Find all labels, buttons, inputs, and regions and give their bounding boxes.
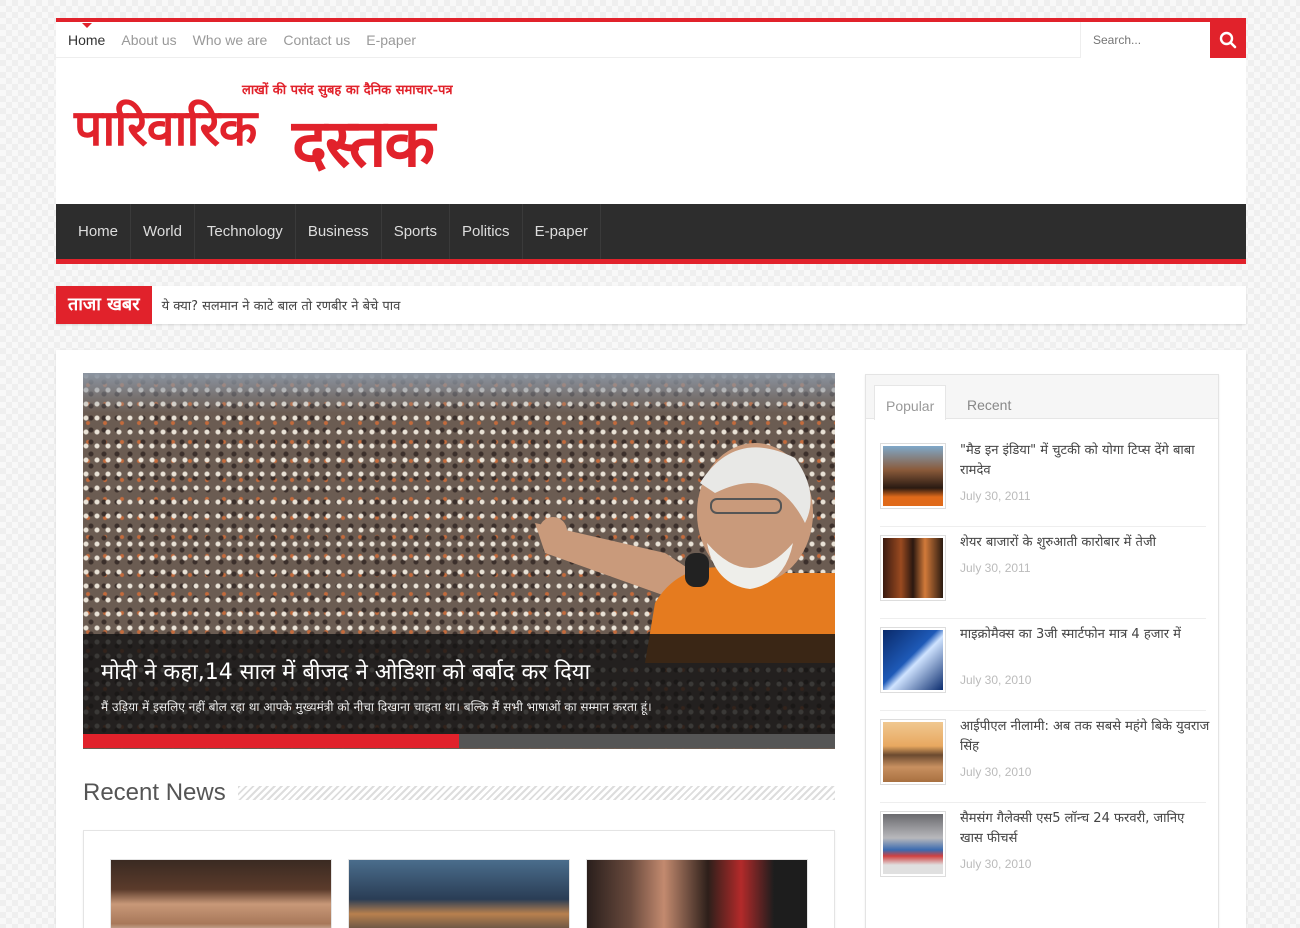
recent-news-thumb-3[interactable] xyxy=(586,859,808,928)
breaking-news-bar: ताजा खबर ये क्या? सलमान ने काटे बाल तो र… xyxy=(56,286,1246,324)
recent-news-box xyxy=(83,830,835,928)
list-item-thumbnail[interactable] xyxy=(880,443,946,509)
list-item-thumbnail[interactable] xyxy=(880,811,946,877)
site-header: लाखों की पसंद सुबह का दैनिक समाचार-पत्र … xyxy=(56,58,1246,204)
list-item-title[interactable]: आईपीएल नीलामी: अब तक सबसे महंगे बिके युव… xyxy=(960,717,1210,757)
main-nav-world[interactable]: World xyxy=(131,204,195,259)
recent-news-heading: Recent News xyxy=(83,779,226,806)
list-item-date: July 30, 2010 xyxy=(960,673,1032,687)
recent-news-header: Recent News xyxy=(83,778,835,808)
list-item-date: July 30, 2011 xyxy=(960,561,1031,575)
list-item[interactable]: शेयर बाजारों के शुरुआती कारोबार में तेजी… xyxy=(880,527,1206,619)
list-item[interactable]: माइक्रोमैक्स का 3जी स्मार्टफोन मात्र 4 ह… xyxy=(880,619,1206,711)
list-item-title[interactable]: सैमसंग गैलेक्सी एस5 लॉन्च 24 फरवरी, जानि… xyxy=(960,809,1210,849)
list-item-title[interactable]: "मैड इन इंडिया" में चुटकी को योगा टिप्स … xyxy=(960,441,1210,481)
slider-caption: मोदी ने कहा,14 साल में बीजद ने ओडिशा को … xyxy=(83,634,835,734)
main-nav-home[interactable]: Home xyxy=(66,204,132,259)
list-item-date: July 30, 2010 xyxy=(960,857,1032,871)
featured-slider[interactable]: मोदी ने कहा,14 साल में बीजद ने ओडिशा को … xyxy=(83,373,835,749)
search-input[interactable] xyxy=(1080,22,1210,58)
sidebar-tabs: Popular Recent xyxy=(866,375,1218,420)
main-nav-business[interactable]: Business xyxy=(296,204,382,259)
main-nav-technology[interactable]: Technology xyxy=(195,204,296,259)
list-item-date: July 30, 2010 xyxy=(960,765,1032,779)
list-item-thumbnail[interactable] xyxy=(880,535,946,601)
sidebar-widget: Popular Recent "मैड इन इंडिया" में चुटकी… xyxy=(865,374,1219,928)
heading-stripes xyxy=(237,786,835,800)
search-icon xyxy=(1219,31,1237,49)
main-nav-politics[interactable]: Politics xyxy=(450,204,523,259)
logo-text-primary: पारिवारिक xyxy=(74,98,257,157)
speaker-figure-image xyxy=(535,443,835,663)
breaking-news-link[interactable]: ये क्या? सलमान ने काटे बाल तो रणबीर ने ब… xyxy=(152,296,401,314)
recent-news-thumb-1[interactable] xyxy=(110,859,332,928)
list-item-date: July 30, 2011 xyxy=(960,489,1031,503)
slider-progress-fill xyxy=(83,734,459,748)
recent-news-thumb-2[interactable] xyxy=(348,859,570,928)
main-nav-epaper[interactable]: E-paper xyxy=(523,204,601,259)
search-button[interactable] xyxy=(1210,22,1246,58)
list-item-thumbnail[interactable] xyxy=(880,627,946,693)
slider-progress-bar xyxy=(83,734,835,748)
logo-text-secondary: दस्तक xyxy=(292,104,435,182)
top-nav: Home About us Who we are Contact us E-pa… xyxy=(56,22,1246,58)
tab-popular[interactable]: Popular xyxy=(874,385,947,420)
list-item-title[interactable]: शेयर बाजारों के शुरुआती कारोबार में तेजी xyxy=(960,533,1210,553)
slider-excerpt: मैं उड़िया में इसलिए नहीं बोल रहा था आपक… xyxy=(101,700,652,714)
list-item[interactable]: "मैड इन इंडिया" में चुटकी को योगा टिप्स … xyxy=(880,435,1206,527)
main-nav: Home World Technology Business Sports Po… xyxy=(56,204,1246,264)
top-nav-who-we-are[interactable]: Who we are xyxy=(185,32,276,48)
search-box xyxy=(1080,22,1246,58)
top-nav-contact[interactable]: Contact us xyxy=(275,32,358,48)
list-item-thumbnail[interactable] xyxy=(880,719,946,785)
list-item-title[interactable]: माइक्रोमैक्स का 3जी स्मार्टफोन मात्र 4 ह… xyxy=(960,625,1210,645)
main-content: मोदी ने कहा,14 साल में बीजद ने ओडिशा को … xyxy=(56,350,1246,928)
top-bar: Home About us Who we are Contact us E-pa… xyxy=(56,18,1246,58)
slider-title[interactable]: मोदी ने कहा,14 साल में बीजद ने ओडिशा को … xyxy=(101,656,817,686)
list-item[interactable]: आईपीएल नीलामी: अब तक सबसे महंगे बिके युव… xyxy=(880,711,1209,803)
top-nav-epaper[interactable]: E-paper xyxy=(358,32,424,48)
tab-recent[interactable]: Recent xyxy=(967,397,1011,413)
top-nav-about[interactable]: About us xyxy=(113,32,184,48)
main-nav-sports[interactable]: Sports xyxy=(382,204,451,259)
list-item[interactable]: सैमसंग गैलेक्सी एस5 लॉन्च 24 फरवरी, जानि… xyxy=(880,803,1206,895)
page-wrapper: Home About us Who we are Contact us E-pa… xyxy=(56,18,1246,928)
top-nav-home[interactable]: Home xyxy=(60,23,113,48)
breaking-news-label: ताजा खबर xyxy=(56,286,152,324)
